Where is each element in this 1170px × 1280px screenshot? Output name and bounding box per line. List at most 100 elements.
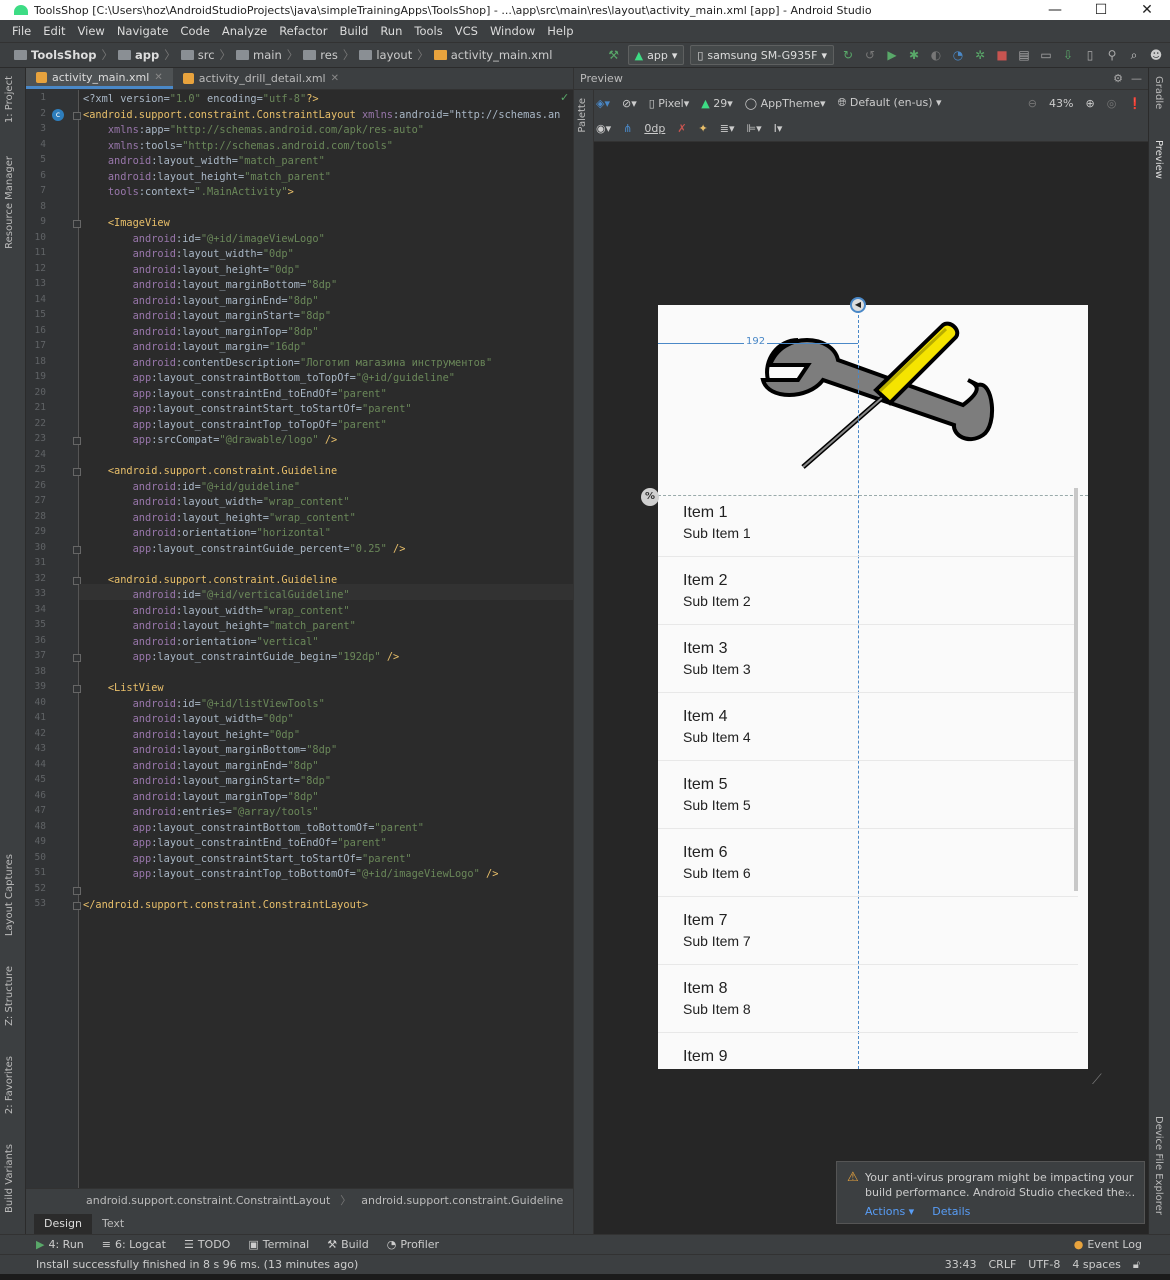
- tool-project[interactable]: 1: Project: [4, 76, 15, 123]
- fold-marker-icon[interactable]: [73, 654, 81, 662]
- tool-layout-captures[interactable]: Layout Captures: [4, 854, 15, 936]
- breadcrumb-app[interactable]: app: [135, 48, 159, 62]
- zoom-in-icon[interactable]: ⊕: [1085, 97, 1094, 110]
- theme-select[interactable]: ◯ AppTheme▾: [745, 97, 826, 110]
- list-item[interactable]: Item 8 Sub Item 8: [683, 980, 751, 1017]
- logo-image[interactable]: [658, 305, 1088, 495]
- menu-analyze[interactable]: Analyze: [222, 24, 267, 38]
- indent-setting[interactable]: 4 spaces: [1072, 1258, 1121, 1272]
- zoom-out-icon[interactable]: ⊖: [1028, 97, 1037, 110]
- tool-profiler[interactable]: ◔ Profiler: [387, 1238, 439, 1251]
- fold-marker-icon[interactable]: [73, 886, 81, 895]
- list-item[interactable]: Item 1 Sub Item 1: [683, 504, 751, 541]
- run-icon[interactable]: ▶: [884, 47, 900, 63]
- magnet-icon[interactable]: ⋔: [623, 122, 632, 135]
- fold-marker-icon[interactable]: [73, 111, 81, 120]
- class-indicator-icon[interactable]: c: [52, 108, 64, 121]
- device-icon[interactable]: ▯: [1082, 47, 1098, 63]
- design-canvas[interactable]: 192 Item 1 Sub Item 1 Item 2 Sub Item 2 Item…: [594, 142, 1149, 1234]
- device-select[interactable]: ▯ Pixel▾: [649, 97, 690, 110]
- apply-changes-icon[interactable]: ↻: [840, 47, 856, 63]
- breadcrumb-layout[interactable]: layout: [376, 48, 412, 62]
- tab-design[interactable]: Design: [34, 1214, 92, 1234]
- lock-icon[interactable]: 🔓︎: [1133, 1258, 1140, 1272]
- menu-file[interactable]: File: [12, 24, 31, 38]
- menu-refactor[interactable]: Refactor: [279, 24, 327, 38]
- menu-tools[interactable]: Tools: [414, 24, 442, 38]
- list-item[interactable]: Item 7 Sub Item 7: [683, 912, 751, 949]
- tab-activity-drill-detail[interactable]: activity_drill_detail.xml ✕: [173, 68, 349, 89]
- menu-vcs[interactable]: VCS: [455, 24, 478, 38]
- warning-icon[interactable]: ❗: [1128, 97, 1142, 110]
- menu-window[interactable]: Window: [490, 24, 535, 38]
- hammer-icon[interactable]: ⚒: [606, 47, 622, 63]
- breadcrumb-main[interactable]: main: [253, 48, 282, 62]
- tool-build-variants[interactable]: Build Variants: [4, 1144, 15, 1213]
- maximize-button[interactable]: ☐: [1078, 2, 1124, 18]
- avd-manager-icon[interactable]: ▭: [1038, 47, 1054, 63]
- guide-arrow-icon[interactable]: ◀: [850, 297, 866, 313]
- tool-event-log[interactable]: ● Event Log: [1074, 1238, 1142, 1251]
- chevron-down-icon[interactable]: ⌄: [1123, 1184, 1132, 1197]
- fold-marker-icon[interactable]: [73, 685, 81, 693]
- user-icon[interactable]: ☻: [1148, 47, 1164, 63]
- minimize-button[interactable]: —: [1032, 2, 1078, 18]
- horizontal-guideline[interactable]: [658, 495, 1088, 496]
- tool-preview[interactable]: Preview: [1153, 140, 1164, 179]
- menu-help[interactable]: Help: [547, 24, 573, 38]
- list-item[interactable]: Item 3 Sub Item 3: [683, 640, 751, 677]
- clear-constraints-icon[interactable]: ✗: [677, 122, 686, 135]
- close-icon[interactable]: ✕: [331, 73, 339, 84]
- guidelines-icon[interactable]: Ⅰ▾: [774, 122, 783, 135]
- eye-icon[interactable]: ◉▾: [596, 122, 611, 135]
- layers-icon[interactable]: ◈▾: [596, 97, 610, 110]
- infer-constraints-icon[interactable]: ✦: [699, 122, 708, 135]
- resize-handle-icon[interactable]: ⟋: [1092, 1072, 1102, 1088]
- menu-build[interactable]: Build: [339, 24, 368, 38]
- tab-text[interactable]: Text: [92, 1214, 134, 1234]
- breadcrumb-src[interactable]: src: [198, 48, 215, 62]
- coverage-icon[interactable]: ◐: [928, 47, 944, 63]
- tool-palette[interactable]: Palette: [577, 98, 588, 133]
- hide-icon[interactable]: —: [1131, 72, 1142, 85]
- tool-gradle[interactable]: Gradle: [1153, 76, 1164, 109]
- pack-icon[interactable]: ≣▾: [720, 122, 735, 135]
- list-item[interactable]: Item 4 Sub Item 4: [683, 708, 751, 745]
- tool-resource-manager[interactable]: Resource Manager: [4, 156, 15, 249]
- profile-icon[interactable]: ◔: [950, 47, 966, 63]
- zoom-fit-icon[interactable]: ◎: [1107, 97, 1117, 110]
- guide-percent-toggle[interactable]: %: [641, 488, 659, 506]
- breadcrumb-res[interactable]: res: [320, 48, 338, 62]
- line-separator[interactable]: CRLF: [989, 1258, 1017, 1272]
- layout-inspector-icon[interactable]: ⚲: [1104, 47, 1120, 63]
- close-icon[interactable]: ✕: [154, 72, 162, 83]
- menu-navigate[interactable]: Navigate: [117, 24, 169, 38]
- tool-device-file-explorer[interactable]: Device File Explorer: [1153, 1116, 1164, 1215]
- details-link[interactable]: Details: [932, 1205, 970, 1218]
- attach-debugger-icon[interactable]: ✲: [972, 47, 988, 63]
- locale-select[interactable]: 🌐︎ Default (en-us) ▾: [838, 96, 942, 110]
- tree-guideline[interactable]: android.support.constraint.Guideline: [361, 1194, 563, 1207]
- orientation-icon[interactable]: ⊘▾: [622, 97, 637, 110]
- fold-marker-icon[interactable]: [73, 902, 81, 910]
- tool-todo[interactable]: ☰ TODO: [184, 1238, 230, 1251]
- align-icon[interactable]: ⊫▾: [747, 122, 762, 135]
- fold-marker-icon[interactable]: [73, 545, 81, 554]
- tool-favorites[interactable]: 2: Favorites: [4, 1056, 15, 1114]
- close-button[interactable]: ✕: [1124, 2, 1170, 18]
- tool-terminal[interactable]: ▣ Terminal: [248, 1238, 309, 1251]
- tool-logcat[interactable]: ≡ 6: Logcat: [102, 1238, 166, 1251]
- vertical-guideline[interactable]: [858, 305, 859, 1069]
- device-select[interactable]: ▯ samsung SM-G935F ▾: [690, 45, 834, 65]
- tree-constraintlayout[interactable]: android.support.constraint.ConstraintLay…: [86, 1194, 330, 1207]
- tool-build[interactable]: ⚒ Build: [327, 1238, 369, 1251]
- list-item[interactable]: Item 6 Sub Item 6: [683, 844, 751, 881]
- tool-structure[interactable]: Z: Structure: [4, 966, 15, 1026]
- menu-run[interactable]: Run: [380, 24, 402, 38]
- menu-view[interactable]: View: [78, 24, 105, 38]
- tab-activity-main[interactable]: activity_main.xml ✕: [26, 68, 173, 89]
- sync-icon[interactable]: ▤: [1016, 47, 1032, 63]
- tool-run[interactable]: ▶ 4: Run: [36, 1238, 84, 1251]
- default-margin[interactable]: 0dp: [644, 122, 665, 135]
- apply-code-icon[interactable]: ↺: [862, 47, 878, 63]
